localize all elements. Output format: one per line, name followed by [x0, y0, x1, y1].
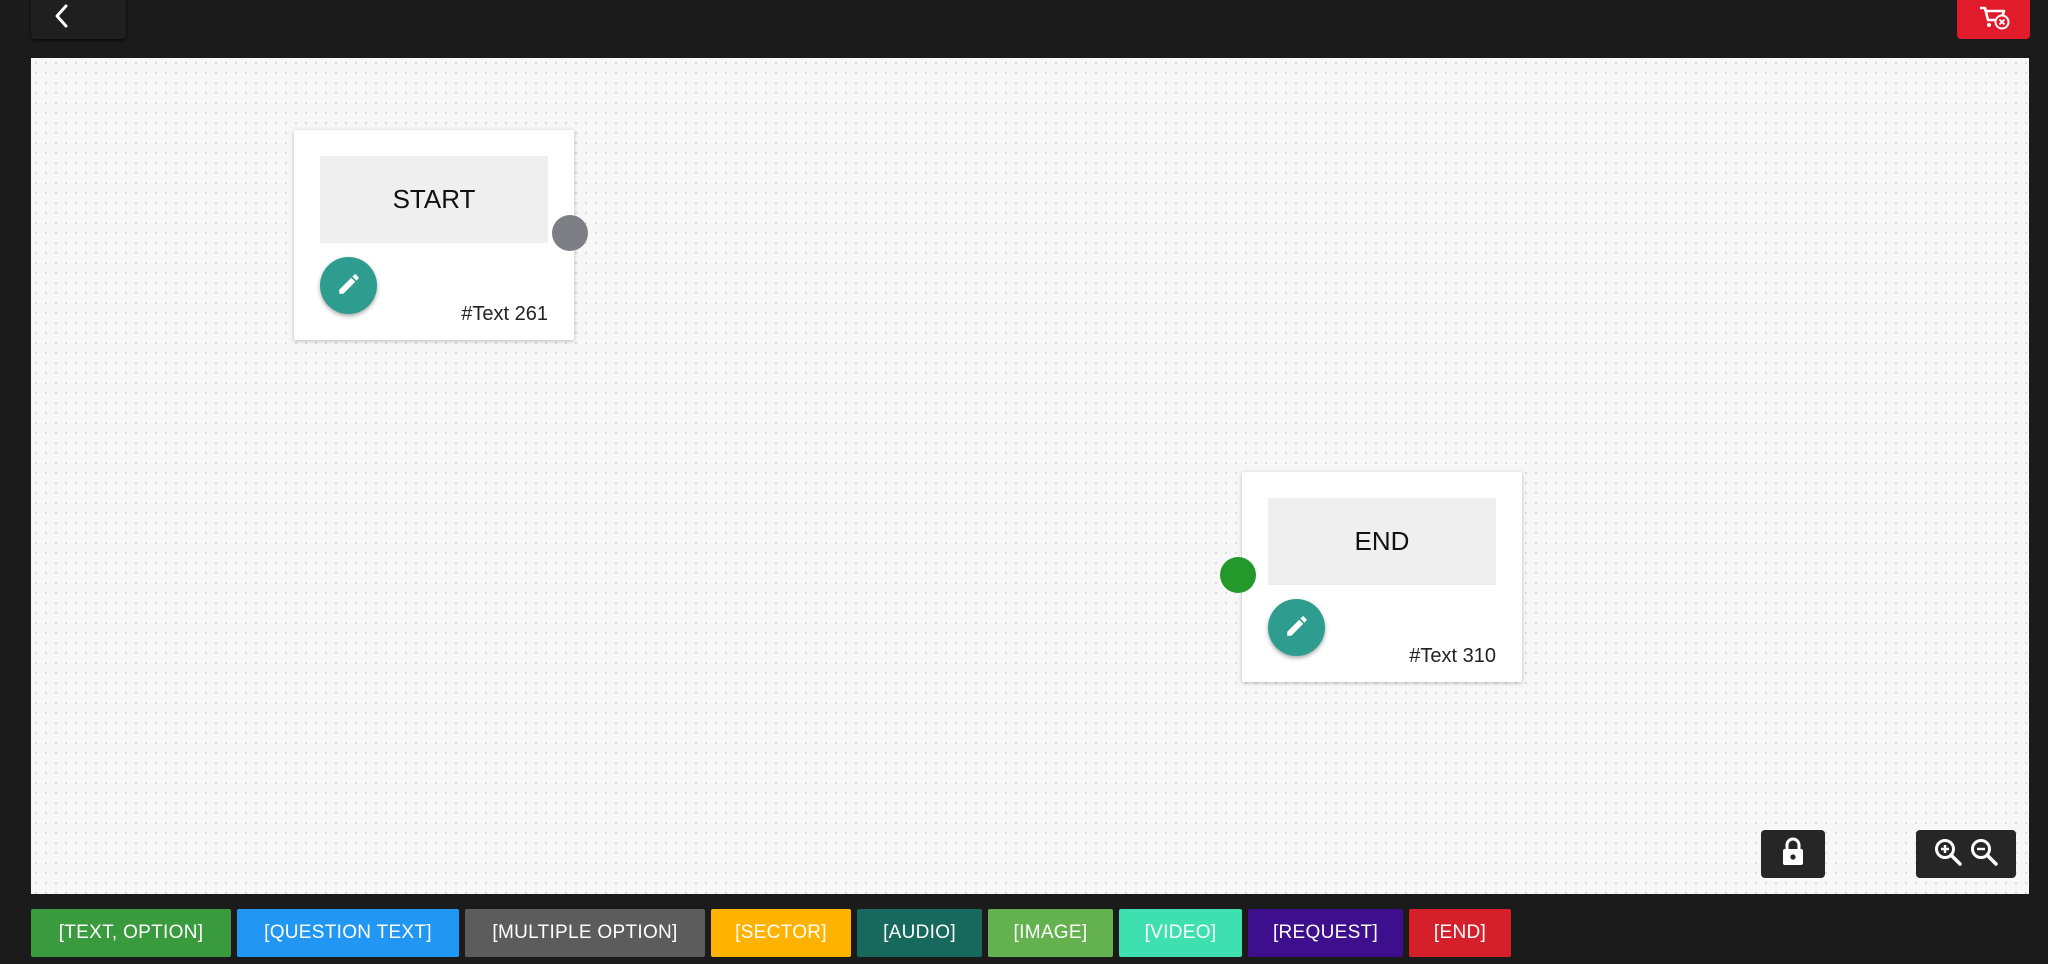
node-title: START	[320, 156, 548, 243]
pencil-icon	[1284, 613, 1310, 643]
zoom-controls	[1916, 830, 2016, 878]
edit-node-button[interactable]	[320, 257, 377, 314]
flow-canvas[interactable]: START #Text 261 END #Text 310	[31, 58, 2029, 894]
add-request-button[interactable]: [REQUEST]	[1248, 909, 1403, 957]
chevron-left-icon	[51, 3, 73, 33]
output-port[interactable]	[552, 215, 588, 251]
edit-node-button[interactable]	[1268, 599, 1325, 656]
add-image-button[interactable]: [IMAGE]	[988, 909, 1113, 957]
lock-icon	[1780, 836, 1806, 872]
top-bar	[0, 0, 2048, 58]
zoom-out-icon[interactable]	[1969, 837, 1999, 871]
node-title: END	[1268, 498, 1496, 585]
flow-node-end[interactable]: END #Text 310	[1242, 472, 1522, 682]
input-port[interactable]	[1220, 557, 1256, 593]
node-type-toolbar: [TEXT, OPTION] [QUESTION TEXT] [MULTIPLE…	[0, 894, 2048, 964]
add-multiple-option-button[interactable]: [MULTIPLE OPTION]	[465, 909, 705, 957]
zoom-in-icon[interactable]	[1933, 837, 1963, 871]
node-id-label: #Text 310	[1409, 645, 1496, 667]
add-audio-button[interactable]: [AUDIO]	[857, 909, 982, 957]
node-id-label: #Text 261	[461, 303, 548, 325]
lock-button[interactable]	[1761, 830, 1825, 878]
flow-node-start[interactable]: START #Text 261	[294, 130, 574, 340]
add-sector-button[interactable]: [SECTOR]	[711, 909, 851, 957]
add-video-button[interactable]: [VIDEO]	[1119, 909, 1242, 957]
back-button[interactable]	[31, 0, 126, 39]
pencil-icon	[336, 271, 362, 301]
cart-cancel-icon	[1977, 3, 2011, 35]
add-end-button[interactable]: [END]	[1409, 909, 1511, 957]
exit-flow-button[interactable]	[1957, 0, 2030, 39]
add-question-text-button[interactable]: [QUESTION TEXT]	[237, 909, 459, 957]
add-text-option-button[interactable]: [TEXT, OPTION]	[31, 909, 231, 957]
